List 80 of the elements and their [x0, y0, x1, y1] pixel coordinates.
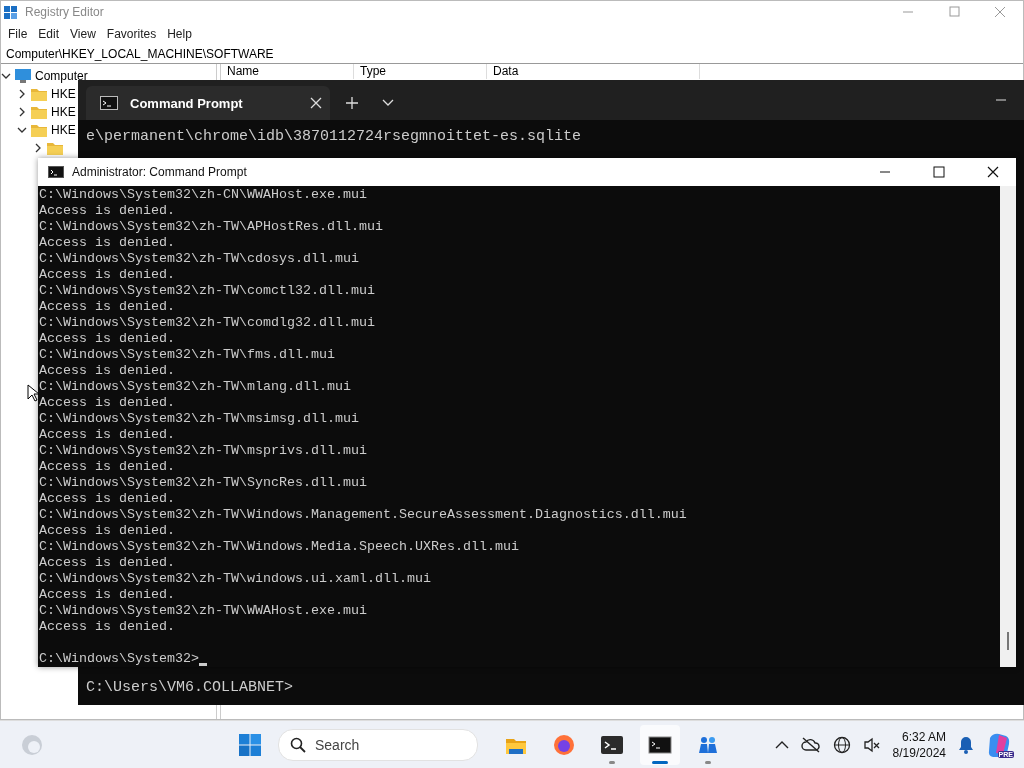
console-line: C:\Windows\System32\zh-CN\WWAHost.exe.mui — [39, 187, 368, 203]
cmd-icon — [100, 96, 118, 110]
windows-start-icon[interactable] — [238, 733, 262, 757]
console-line: Access is denied. — [39, 619, 176, 635]
chevron-down-icon[interactable] — [17, 125, 27, 135]
column-header[interactable]: Type — [354, 64, 487, 79]
console-line: C:\Windows\System32\zh-TW\comctl32.dll.mui — [39, 283, 376, 299]
cmd-icon — [48, 166, 64, 178]
command-prompt-line: C:\Windows\System32> — [39, 651, 199, 667]
terminal-tab[interactable]: Command Prompt — [86, 86, 330, 120]
chevron-down-icon[interactable] — [1, 71, 11, 81]
menu-item[interactable]: File — [3, 27, 34, 41]
console-line: C:\Windows\System32\zh-TW\fms.dll.mui — [39, 347, 336, 363]
registry-icon — [3, 4, 19, 20]
cmd-icon — [648, 733, 672, 757]
console-line: C:\Windows\System32\zh-TW\Windows.Management.SecureAssessment.Diagnostics.dll.mui — [39, 507, 688, 523]
clock-date[interactable]: 8/19/2024 — [892, 745, 946, 761]
chevron-right-icon[interactable] — [33, 143, 43, 153]
folder-icon — [30, 122, 48, 138]
window-title: Registry Editor — [25, 5, 104, 19]
console-line: C:\Windows\System32\zh-TW\windows.ui.xaml.dll.mui — [39, 571, 432, 587]
console-line: C:\Windows\System32\zh-TW\WWAHost.exe.mui — [39, 603, 368, 619]
console-line: Access is denied. — [39, 331, 176, 347]
search-field[interactable]: Search — [278, 729, 478, 761]
console-line: Access is denied. — [39, 267, 176, 283]
bell-icon[interactable] — [958, 736, 974, 754]
console-line: Access is denied. — [39, 523, 176, 539]
text-cursor — [198, 663, 207, 666]
search-icon — [290, 737, 306, 753]
computer-icon — [14, 68, 32, 84]
console-line: Access is denied. — [39, 363, 176, 379]
browser-icon — [552, 733, 576, 757]
console-line: Access is denied. — [39, 299, 176, 315]
column-header[interactable]: Data — [487, 64, 700, 79]
taskbar-app-button[interactable] — [640, 725, 680, 765]
dropdown-icon[interactable] — [382, 99, 394, 107]
cloud-off-icon[interactable] — [800, 737, 821, 753]
console-line: C:\Windows\System32\zh-TW\mlang.dll.mui — [39, 379, 352, 395]
window-title: Administrator: Command Prompt — [72, 165, 247, 179]
tree-item[interactable]: HKE — [51, 123, 76, 137]
close-icon[interactable] — [310, 97, 322, 109]
console-line: Access is denied. — [39, 395, 176, 411]
console-line: Access is denied. — [39, 459, 176, 475]
console-line: C:\Windows\System32\zh-TW\comdlg32.dll.mui — [39, 315, 376, 331]
folder-icon — [46, 140, 64, 156]
address-bar[interactable]: Computer\HKEY_LOCAL_MACHINE\SOFTWARE — [1, 45, 1023, 64]
console-line: Access is denied. — [39, 587, 176, 603]
console-line: Access is denied. — [39, 555, 176, 571]
tree-item[interactable]: HKE — [51, 87, 76, 101]
chevron-right-icon[interactable] — [17, 89, 27, 99]
menu-item[interactable]: Edit — [33, 27, 66, 41]
speaker-muted-icon[interactable] — [862, 737, 881, 753]
console-line: C:\Windows\System32\zh-TW\Windows.Media.Speech.UXRes.dll.mui — [39, 539, 520, 555]
command-prompt-line: C:\Users\VM6.COLLABNET> — [85, 679, 295, 698]
clock-time[interactable]: 6:32 AM — [901, 729, 946, 745]
tree-item[interactable]: HKE — [51, 105, 76, 119]
console-line: C:\Windows\System32\zh-TW\msimsg.dll.mui — [39, 411, 360, 427]
console-line: C:\Windows\System32\zh-TW\APHostRes.dll.mui — [39, 219, 384, 235]
chevron-right-icon[interactable] — [17, 107, 27, 117]
console-line: Access is denied. — [39, 491, 176, 507]
terminal-line: e\permanent\chrome\idb\3870112724rsegmnoittet-es.sqlite — [86, 128, 583, 146]
scrollbar[interactable] — [1000, 186, 1016, 667]
folder-icon — [30, 104, 48, 120]
copilot-icon[interactable] — [986, 732, 1012, 758]
console-line: C:\Windows\System32\zh-TW\msprivs.dll.mui — [39, 443, 368, 459]
menu-item[interactable]: Help — [162, 27, 198, 41]
terminal-icon — [600, 733, 624, 757]
globe-icon[interactable] — [832, 736, 851, 754]
new-tab-icon[interactable] — [345, 96, 359, 110]
menu-item[interactable]: View — [65, 27, 102, 41]
console-line: Access is denied. — [39, 427, 176, 443]
console-line: Access is denied. — [39, 203, 176, 219]
tree-item[interactable]: Computer — [35, 69, 88, 83]
menu-item[interactable]: Favorites — [101, 27, 163, 41]
column-header[interactable]: Name — [221, 64, 354, 79]
console-line: Access is denied. — [39, 235, 176, 251]
console-line: C:\Windows\System32\zh-TW\cdosys.dll.mui — [39, 251, 360, 267]
folder-icon — [30, 86, 48, 102]
console-line: C:\Windows\System32\zh-TW\SyncRes.dll.mui — [39, 475, 368, 491]
chevron-up-icon[interactable] — [774, 740, 789, 750]
